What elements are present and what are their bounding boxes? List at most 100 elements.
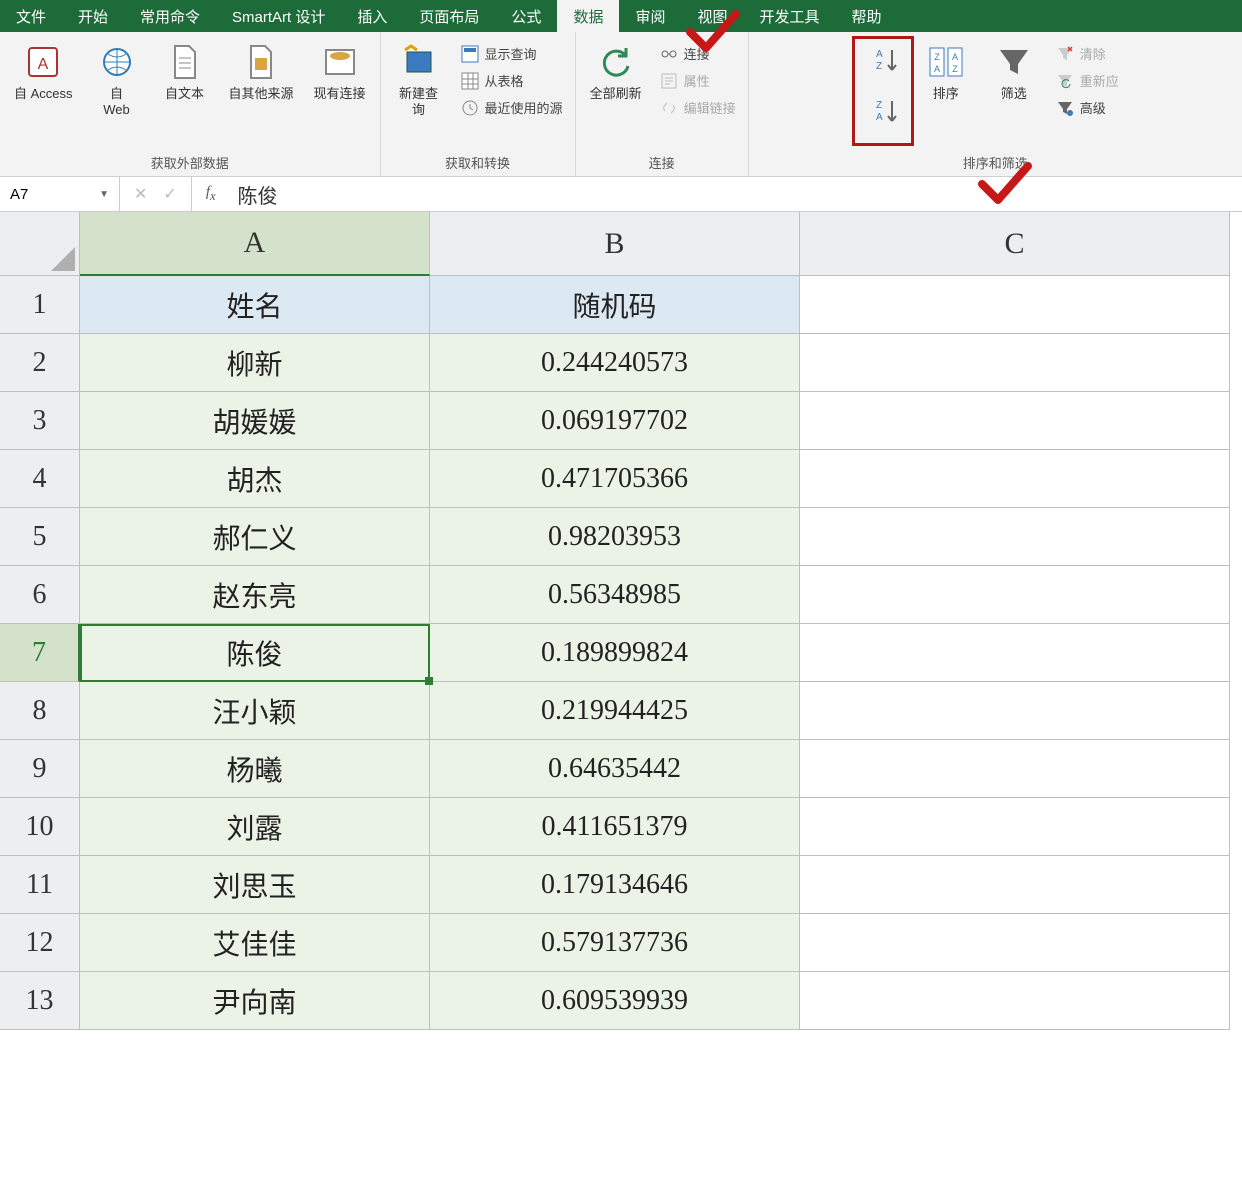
cell-b1[interactable]: 随机码 xyxy=(430,276,800,334)
cell-a2[interactable]: 柳新 xyxy=(80,334,430,392)
row-head-6[interactable]: 6 xyxy=(0,566,80,624)
row-head-4[interactable]: 4 xyxy=(0,450,80,508)
tab-common[interactable]: 常用命令 xyxy=(124,0,216,32)
cell-c8[interactable] xyxy=(800,682,1230,740)
formula-input[interactable]: 陈俊 xyxy=(230,180,1242,209)
cell-c10[interactable] xyxy=(800,798,1230,856)
cell-c6[interactable] xyxy=(800,566,1230,624)
existing-connections-button[interactable]: 现有连接 xyxy=(308,38,372,106)
row-head-2[interactable]: 2 xyxy=(0,334,80,392)
cell-b8[interactable]: 0.219944425 xyxy=(430,682,800,740)
from-table-icon xyxy=(461,72,479,90)
row-head-3[interactable]: 3 xyxy=(0,392,80,450)
cell-c11[interactable] xyxy=(800,856,1230,914)
group-connections-label: 连接 xyxy=(649,153,675,174)
ribbon: A 自 Access 自 Web 自文本 自其他来源 xyxy=(0,32,1242,177)
cell-b3[interactable]: 0.069197702 xyxy=(430,392,800,450)
cell-c7[interactable] xyxy=(800,624,1230,682)
from-access-label: 自 Access xyxy=(14,86,73,102)
connections-button[interactable]: 连接 xyxy=(656,42,740,65)
row-head-8[interactable]: 8 xyxy=(0,682,80,740)
cell-c2[interactable] xyxy=(800,334,1230,392)
tab-layout[interactable]: 页面布局 xyxy=(403,0,495,32)
show-queries-button[interactable]: 显示查询 xyxy=(457,42,567,65)
group-external-data: A 自 Access 自 Web 自文本 自其他来源 xyxy=(0,32,381,176)
cell-a10[interactable]: 刘露 xyxy=(80,798,430,856)
cell-a5[interactable]: 郝仁义 xyxy=(80,508,430,566)
cell-b5[interactable]: 0.98203953 xyxy=(430,508,800,566)
accept-entry-button[interactable]: ✓ xyxy=(163,184,176,204)
row-head-12[interactable]: 12 xyxy=(0,914,80,972)
tab-data[interactable]: 数据 xyxy=(557,0,619,32)
cell-b7[interactable]: 0.189899824 xyxy=(430,624,800,682)
row-head-10[interactable]: 10 xyxy=(0,798,80,856)
cell-b6[interactable]: 0.56348985 xyxy=(430,566,800,624)
from-text-button[interactable]: 自文本 xyxy=(155,38,215,106)
tab-formula[interactable]: 公式 xyxy=(495,0,557,32)
cell-c5[interactable] xyxy=(800,508,1230,566)
cell-a13[interactable]: 尹向南 xyxy=(80,972,430,1030)
cell-a4[interactable]: 胡杰 xyxy=(80,450,430,508)
cell-c13[interactable] xyxy=(800,972,1230,1030)
cell-b12[interactable]: 0.579137736 xyxy=(430,914,800,972)
tab-view[interactable]: 视图 xyxy=(681,0,743,32)
name-box[interactable]: A7 ▼ xyxy=(0,177,120,211)
cell-a3[interactable]: 胡媛媛 xyxy=(80,392,430,450)
cell-b13[interactable]: 0.609539939 xyxy=(430,972,800,1030)
cell-a6[interactable]: 赵东亮 xyxy=(80,566,430,624)
refresh-all-button[interactable]: 全部刷新 xyxy=(584,38,648,106)
reapply-label: 重新应 xyxy=(1080,71,1119,90)
cell-a8[interactable]: 汪小颖 xyxy=(80,682,430,740)
cell-b10[interactable]: 0.411651379 xyxy=(430,798,800,856)
name-box-dropdown-icon[interactable]: ▼ xyxy=(99,189,109,200)
group-sortfilter-label: 排序和筛选 xyxy=(963,153,1028,174)
tab-developer[interactable]: 开发工具 xyxy=(743,0,835,32)
from-other-sources-button[interactable]: 自其他来源 xyxy=(223,38,300,106)
sort-button[interactable]: ZAAZ 排序 xyxy=(916,38,976,106)
cell-a9[interactable]: 杨曦 xyxy=(80,740,430,798)
cell-a7[interactable]: 陈俊 xyxy=(80,624,430,682)
row-head-9[interactable]: 9 xyxy=(0,740,80,798)
new-query-button[interactable]: 新建查 询 xyxy=(389,38,449,123)
from-table-button[interactable]: 从表格 xyxy=(457,69,567,92)
row-head-1[interactable]: 1 xyxy=(0,276,80,334)
fx-button[interactable]: fx xyxy=(192,184,230,204)
from-access-button[interactable]: A 自 Access xyxy=(8,38,79,106)
tab-insert[interactable]: 插入 xyxy=(341,0,403,32)
tab-file[interactable]: 文件 xyxy=(0,0,62,32)
col-head-b[interactable]: B xyxy=(430,212,800,276)
row-head-11[interactable]: 11 xyxy=(0,856,80,914)
row-head-5[interactable]: 5 xyxy=(0,508,80,566)
from-web-button[interactable]: 自 Web xyxy=(87,38,147,123)
text-file-icon xyxy=(165,42,205,82)
cell-c12[interactable] xyxy=(800,914,1230,972)
cell-b11[interactable]: 0.179134646 xyxy=(430,856,800,914)
cell-c3[interactable] xyxy=(800,392,1230,450)
recent-sources-button[interactable]: 最近使用的源 xyxy=(457,96,567,119)
col-head-c[interactable]: C xyxy=(800,212,1230,276)
sort-desc-button[interactable]: ZA xyxy=(874,97,902,130)
tab-smartart[interactable]: SmartArt 设计 xyxy=(216,0,341,32)
clear-filter-button: 清除 xyxy=(1052,42,1123,65)
cell-c9[interactable] xyxy=(800,740,1230,798)
cell-a11[interactable]: 刘思玉 xyxy=(80,856,430,914)
cancel-entry-button[interactable]: ✕ xyxy=(134,184,147,204)
select-all-corner[interactable] xyxy=(0,212,80,276)
row-head-7[interactable]: 7 xyxy=(0,624,80,682)
cell-b9[interactable]: 0.64635442 xyxy=(430,740,800,798)
cell-a1[interactable]: 姓名 xyxy=(80,276,430,334)
tab-help[interactable]: 帮助 xyxy=(836,0,898,32)
row-head-13[interactable]: 13 xyxy=(0,972,80,1030)
cell-a12[interactable]: 艾佳佳 xyxy=(80,914,430,972)
cell-b2[interactable]: 0.244240573 xyxy=(430,334,800,392)
advanced-filter-button[interactable]: 高级 xyxy=(1052,96,1123,119)
cell-c1[interactable] xyxy=(800,276,1230,334)
cell-b4[interactable]: 0.471705366 xyxy=(430,450,800,508)
col-head-a[interactable]: A xyxy=(80,212,430,276)
sort-asc-button[interactable]: AZ xyxy=(874,46,902,79)
group-external-label: 获取外部数据 xyxy=(151,153,229,174)
tab-home[interactable]: 开始 xyxy=(62,0,124,32)
filter-button[interactable]: 筛选 xyxy=(984,38,1044,106)
tab-review[interactable]: 审阅 xyxy=(619,0,681,32)
cell-c4[interactable] xyxy=(800,450,1230,508)
